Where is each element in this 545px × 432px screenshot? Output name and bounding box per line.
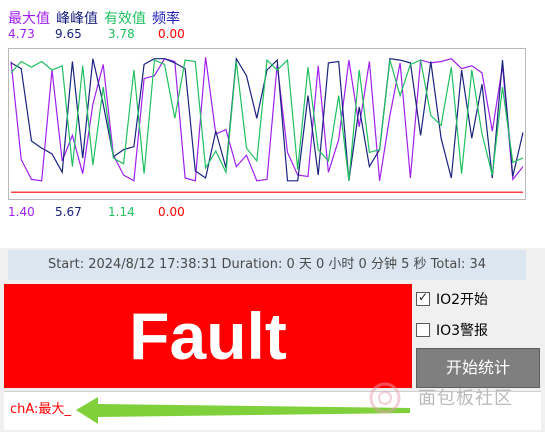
arrow-icon bbox=[76, 397, 410, 424]
watermark-text: 面包板社区 bbox=[418, 388, 513, 409]
annotation-arrow bbox=[76, 397, 410, 424]
